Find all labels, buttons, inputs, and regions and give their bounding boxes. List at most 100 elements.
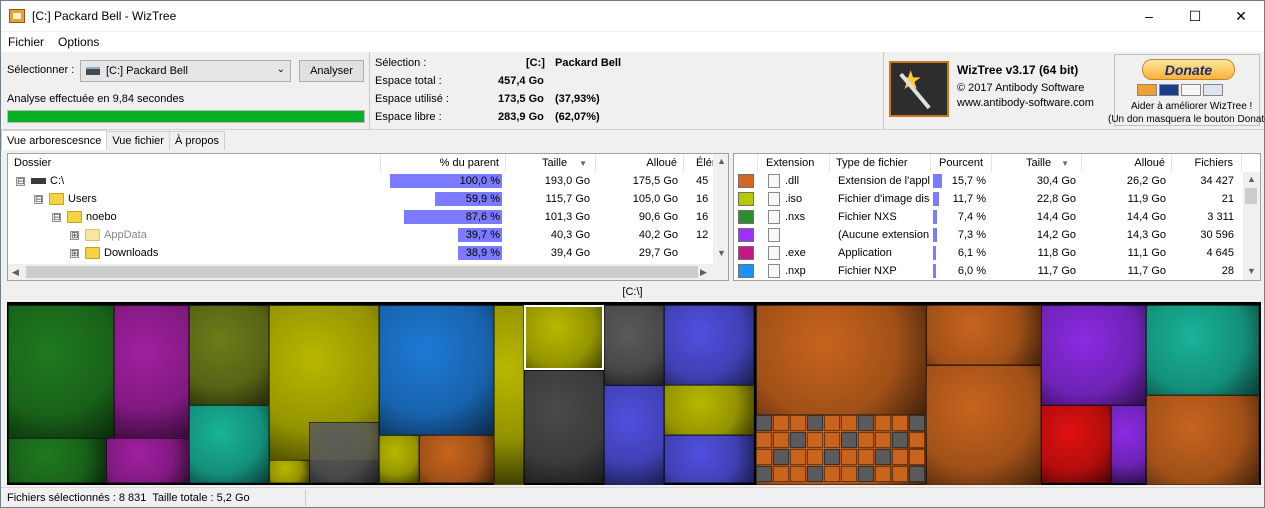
maximize-button[interactable]: ☐ [1172, 1, 1218, 31]
treemap-cell[interactable] [875, 432, 891, 448]
treemap-cell[interactable] [773, 432, 789, 448]
scroll-left-icon[interactable]: ◀ [12, 267, 19, 278]
column-header-extension[interactable]: Extension [758, 154, 830, 172]
scroll-thumb[interactable] [1245, 188, 1257, 204]
scroll-down-icon[interactable]: ▼ [717, 248, 726, 258]
treemap-block[interactable] [1111, 405, 1146, 483]
expander-icon[interactable]: ⊟ [16, 176, 25, 186]
treemap-cell[interactable] [875, 415, 891, 431]
treemap-cell[interactable] [756, 415, 772, 431]
treemap-cell[interactable] [773, 466, 789, 482]
treemap-block[interactable] [524, 370, 604, 483]
treemap-block[interactable] [379, 305, 494, 435]
treemap-block[interactable] [106, 438, 189, 483]
treemap-block[interactable] [189, 305, 269, 405]
treemap-cell[interactable] [756, 432, 772, 448]
treemap-cell[interactable] [824, 432, 840, 448]
treemap-cell[interactable] [807, 449, 823, 465]
column-header-color[interactable] [734, 154, 758, 172]
treemap-cell[interactable] [841, 432, 857, 448]
column-header-ext-size[interactable]: Taille ▼ [992, 154, 1082, 172]
extension-row[interactable]: .nxs Fichier NXS 7,4 % 14,4 Go 14,4 Go 3 311 [734, 208, 1243, 226]
treemap-block[interactable] [664, 385, 754, 435]
treemap-block[interactable] [1041, 305, 1146, 405]
treemap-block[interactable] [1146, 395, 1259, 485]
treemap-block[interactable] [664, 305, 754, 385]
menu-options[interactable]: Options [51, 35, 106, 49]
treemap-cell[interactable] [875, 449, 891, 465]
website-link[interactable]: www.antibody-software.com [957, 97, 1094, 109]
treemap-block[interactable] [926, 365, 1041, 485]
treemap-block[interactable] [189, 405, 269, 483]
treemap-cell[interactable] [790, 432, 806, 448]
treemap-block[interactable] [309, 422, 379, 483]
column-header-percent-parent[interactable]: % du parent [381, 154, 506, 172]
treemap-block[interactable] [8, 305, 114, 438]
treemap-cell[interactable] [909, 432, 925, 448]
treemap-cell[interactable] [756, 449, 772, 465]
treemap-cell[interactable] [773, 449, 789, 465]
column-header-folder[interactable]: Dossier [8, 154, 381, 172]
tree-vertical-scrollbar[interactable]: ▲ ▼ [713, 154, 728, 264]
treemap-cell[interactable] [756, 466, 772, 482]
drive-select[interactable]: [C:] Packard Bell ⌄ [80, 60, 291, 82]
treemap-cell[interactable] [841, 415, 857, 431]
treemap-cell[interactable] [824, 466, 840, 482]
treemap-cell[interactable] [909, 466, 925, 482]
tab-tree-view[interactable]: Vue arborescesnce [1, 130, 108, 150]
treemap-block[interactable] [604, 385, 664, 485]
treemap[interactable] [7, 302, 1261, 485]
column-header-ext-allocated[interactable]: Alloué [1082, 154, 1172, 172]
treemap-block[interactable] [664, 435, 754, 483]
treemap-cell[interactable] [909, 415, 925, 431]
tree-row[interactable]: ⊟ C:\ 100,0 % 193,0 Go 175,5 Go 45 [8, 172, 713, 190]
tree-row[interactable]: ⊟ Users 59,9 % 115,7 Go 105,0 Go 16 [8, 190, 713, 208]
treemap-block[interactable] [8, 438, 106, 483]
treemap-block[interactable] [419, 435, 494, 483]
extension-row[interactable]: .exe Application 6,1 % 11,8 Go 11,1 Go 4 645 [734, 244, 1243, 262]
extension-row[interactable]: .dll Extension de l'appl 15,7 % 30,4 Go 26,2… [734, 172, 1243, 190]
treemap-cell[interactable] [892, 466, 908, 482]
tab-about[interactable]: À propos [168, 131, 225, 150]
treemap-block[interactable] [1041, 405, 1111, 483]
treemap-cell[interactable] [909, 449, 925, 465]
expander-icon[interactable]: ⊟ [52, 212, 61, 222]
expander-icon[interactable]: ⊟ [34, 194, 43, 204]
treemap-cell[interactable] [807, 432, 823, 448]
treemap-cell[interactable] [892, 432, 908, 448]
expander-icon[interactable]: ⊞ [70, 248, 79, 258]
treemap-block[interactable] [604, 305, 664, 385]
column-header-size[interactable]: Taille ▼ [506, 154, 596, 172]
menu-file[interactable]: Fichier [1, 35, 51, 49]
column-header-allocated[interactable]: Alloué [596, 154, 684, 172]
extension-row[interactable]: .iso Fichier d'image disq 11,7 % 22,8 Go 11,… [734, 190, 1243, 208]
tree-row[interactable]: ⊞ Downloads 38,9 % 39,4 Go 29,7 Go [8, 244, 713, 262]
treemap-cell[interactable] [841, 466, 857, 482]
treemap-block[interactable] [269, 460, 309, 483]
treemap-cell[interactable] [892, 415, 908, 431]
treemap-cell[interactable] [858, 432, 874, 448]
treemap-cell[interactable] [824, 415, 840, 431]
treemap-cell[interactable] [790, 466, 806, 482]
tab-file-view[interactable]: Vue fichier [106, 131, 170, 150]
tree-horizontal-scrollbar[interactable]: ◀ ▶ [8, 264, 728, 280]
column-header-file-type[interactable]: Type de fichier [830, 154, 931, 172]
tree-row[interactable]: ⊞ AppData 39,7 % 40,3 Go 40,2 Go 12 [8, 226, 713, 244]
column-header-files[interactable]: Fichiers [1172, 154, 1242, 172]
treemap-cell[interactable] [875, 466, 891, 482]
extension-row[interactable]: (Aucune extension 7,3 % 14,2 Go 14,3 Go 30 5… [734, 226, 1243, 244]
scroll-right-icon[interactable]: ▶ [700, 267, 707, 278]
treemap-block[interactable] [1146, 305, 1259, 395]
treemap-cell[interactable] [841, 449, 857, 465]
scroll-up-icon[interactable]: ▲ [1247, 174, 1256, 184]
treemap-block[interactable] [756, 305, 926, 415]
treemap-block[interactable] [114, 305, 189, 438]
treemap-cell[interactable] [790, 415, 806, 431]
expander-icon[interactable]: ⊞ [70, 230, 79, 240]
extension-vertical-scrollbar[interactable]: ▲ ▼ [1243, 172, 1260, 280]
treemap-cell[interactable] [824, 449, 840, 465]
scroll-thumb[interactable] [26, 266, 698, 278]
column-header-percent[interactable]: Pourcent [931, 154, 992, 172]
tree-row[interactable]: ⊟ noebo 87,6 % 101,3 Go 90,6 Go 16 [8, 208, 713, 226]
treemap-block[interactable] [379, 435, 419, 483]
